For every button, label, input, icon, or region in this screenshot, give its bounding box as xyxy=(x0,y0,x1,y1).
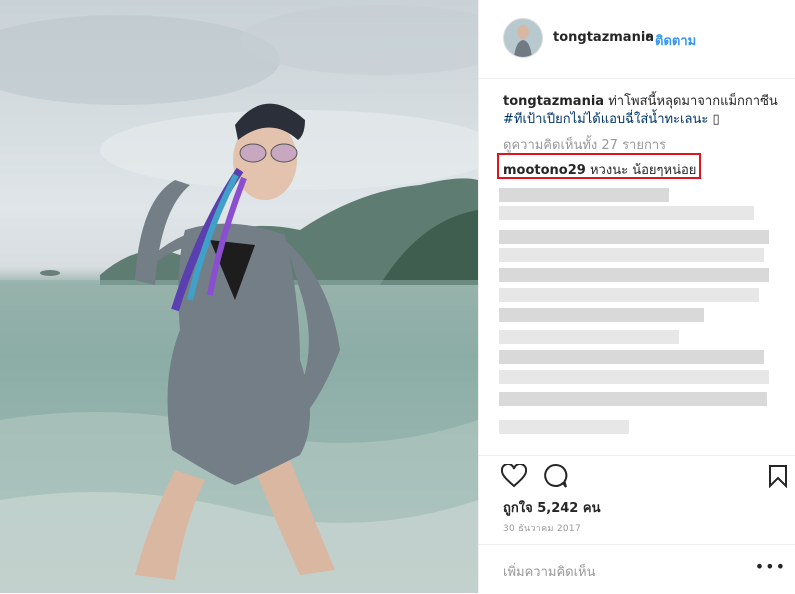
blurred-comment xyxy=(499,330,679,344)
blurred-comment xyxy=(499,350,764,364)
blurred-comment xyxy=(499,288,759,302)
view-all-comments-link[interactable]: ดูความคิดเห็นทั้ง 27 รายการ xyxy=(503,134,666,155)
comment-text: หวงนะ น้อยๆหน่อย xyxy=(589,163,697,178)
blurred-comment xyxy=(499,248,764,262)
header-username[interactable]: tongtazmania xyxy=(553,30,654,45)
blurred-comment xyxy=(499,370,769,384)
avatar[interactable] xyxy=(503,18,543,58)
blurred-comment xyxy=(499,206,754,220)
separator-dot: • xyxy=(644,30,652,45)
blurred-comment xyxy=(499,392,767,406)
caption-hashtag[interactable]: #ทีเป้าเปียกไม่ได้แอบฉี่ใส่น้ำทะเลนะ xyxy=(503,112,708,127)
heart-icon[interactable] xyxy=(501,464,527,488)
more-options-icon[interactable]: ••• xyxy=(755,557,786,576)
comment-username[interactable]: mootono29 xyxy=(503,163,586,178)
blurred-comment xyxy=(499,188,669,202)
follow-button[interactable]: ติดตาม xyxy=(655,30,696,51)
caption-username[interactable]: tongtazmania xyxy=(503,94,604,109)
blurred-comment xyxy=(499,268,769,282)
post-date[interactable]: 30 ธันวาคม 2017 xyxy=(503,521,581,535)
highlighted-comment: mootono29 หวงนะ น้อยๆหน่อย xyxy=(503,159,696,180)
caption-text: ท่าโพสนี้หลุดมาจากแม็กกาซีน xyxy=(608,94,778,109)
post-header: tongtazmania • ติดตาม xyxy=(479,0,795,79)
post-photo[interactable] xyxy=(0,0,478,593)
add-comment-input[interactable]: เพิ่มความคิดเห็น xyxy=(503,561,596,582)
add-comment-bar: เพิ่มความคิดเห็น ••• xyxy=(479,544,795,594)
caption-emoji: ▯ xyxy=(712,112,720,127)
post-caption: tongtazmania ท่าโพสนี้หลุดมาจากแม็กกาซีน… xyxy=(503,93,783,129)
actions-divider xyxy=(479,455,795,457)
bookmark-icon[interactable] xyxy=(768,464,788,488)
blurred-comment xyxy=(499,420,629,434)
comment-bubble-icon[interactable] xyxy=(542,463,568,489)
post-side-panel: tongtazmania • ติดตาม tongtazmania ท่าโพ… xyxy=(478,0,795,593)
blurred-comment xyxy=(499,308,704,322)
avatar-image xyxy=(504,19,542,57)
blurred-comment xyxy=(499,230,769,244)
likes-count[interactable]: ถูกใจ 5,242 คน xyxy=(503,497,600,518)
photo-illustration xyxy=(0,5,478,593)
